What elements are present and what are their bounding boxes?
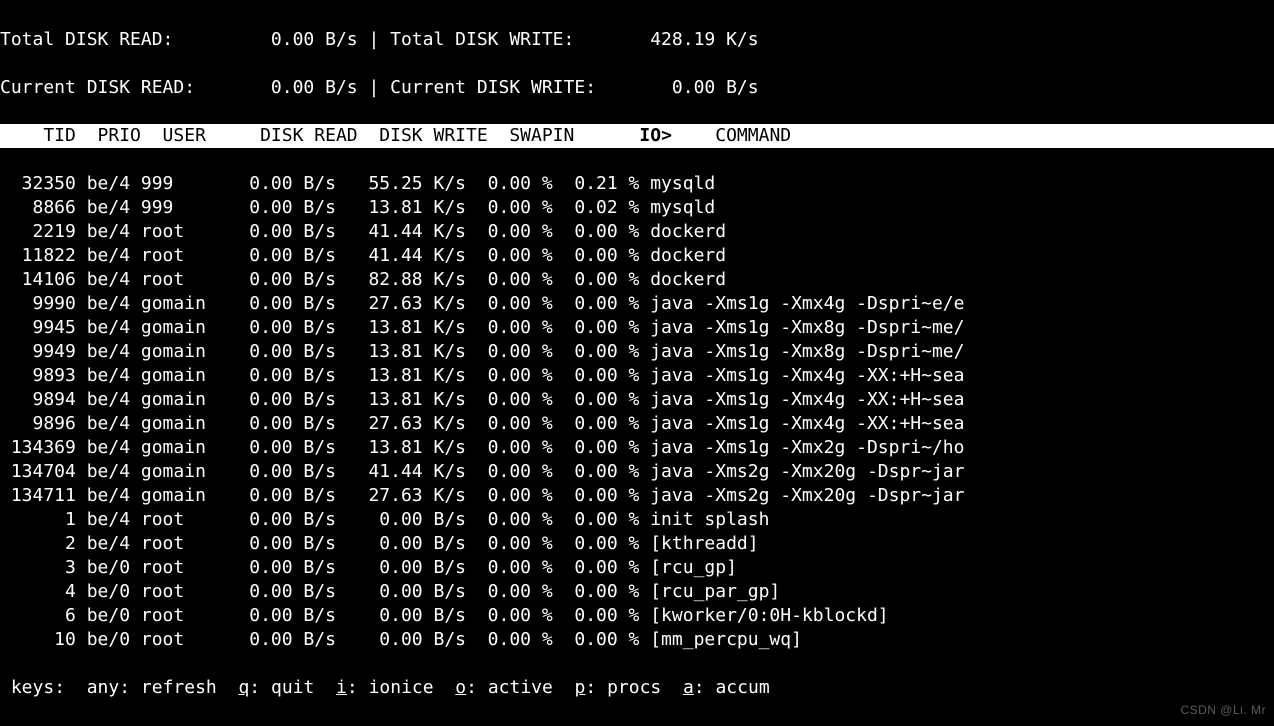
process-row[interactable]: 10 be/0 root 0.00 B/s 0.00 B/s 0.00 % 0.… xyxy=(0,628,1274,652)
summary-line-1: Total DISK READ: 0.00 B/s | Total DISK W… xyxy=(0,28,1274,52)
process-row[interactable]: 9949 be/4 gomain 0.00 B/s 13.81 K/s 0.00… xyxy=(0,340,1274,364)
process-row[interactable]: 8866 be/4 999 0.00 B/s 13.81 K/s 0.00 % … xyxy=(0,196,1274,220)
process-row[interactable]: 9894 be/4 gomain 0.00 B/s 13.81 K/s 0.00… xyxy=(0,388,1274,412)
process-row[interactable]: 2219 be/4 root 0.00 B/s 41.44 K/s 0.00 %… xyxy=(0,220,1274,244)
process-row[interactable]: 14106 be/4 root 0.00 B/s 82.88 K/s 0.00 … xyxy=(0,268,1274,292)
process-row[interactable]: 9896 be/4 gomain 0.00 B/s 27.63 K/s 0.00… xyxy=(0,412,1274,436)
help-keys-line: keys: any: refresh q: quit i: ionice o: … xyxy=(0,676,1274,700)
process-row[interactable]: 134711 be/4 gomain 0.00 B/s 27.63 K/s 0.… xyxy=(0,484,1274,508)
process-row[interactable]: 9990 be/4 gomain 0.00 B/s 27.63 K/s 0.00… xyxy=(0,292,1274,316)
process-row[interactable]: 3 be/0 root 0.00 B/s 0.00 B/s 0.00 % 0.0… xyxy=(0,556,1274,580)
column-header[interactable]: TID PRIO USER DISK READ DISK WRITE SWAPI… xyxy=(0,124,1274,148)
watermark: CSDN @Li. Mr xyxy=(1180,698,1266,722)
process-row[interactable]: 4 be/0 root 0.00 B/s 0.00 B/s 0.00 % 0.0… xyxy=(0,580,1274,604)
process-row[interactable]: 2 be/4 root 0.00 B/s 0.00 B/s 0.00 % 0.0… xyxy=(0,532,1274,556)
process-row[interactable]: 9945 be/4 gomain 0.00 B/s 13.81 K/s 0.00… xyxy=(0,316,1274,340)
process-row[interactable]: 32350 be/4 999 0.00 B/s 55.25 K/s 0.00 %… xyxy=(0,172,1274,196)
process-row[interactable]: 1 be/4 root 0.00 B/s 0.00 B/s 0.00 % 0.0… xyxy=(0,508,1274,532)
summary-line-2: Current DISK READ: 0.00 B/s | Current DI… xyxy=(0,76,1274,100)
process-list: 32350 be/4 999 0.00 B/s 55.25 K/s 0.00 %… xyxy=(0,172,1274,652)
process-row[interactable]: 9893 be/4 gomain 0.00 B/s 13.81 K/s 0.00… xyxy=(0,364,1274,388)
process-row[interactable]: 11822 be/4 root 0.00 B/s 41.44 K/s 0.00 … xyxy=(0,244,1274,268)
process-row[interactable]: 6 be/0 root 0.00 B/s 0.00 B/s 0.00 % 0.0… xyxy=(0,604,1274,628)
iotop-screen: Total DISK READ: 0.00 B/s | Total DISK W… xyxy=(0,0,1274,726)
process-row[interactable]: 134704 be/4 gomain 0.00 B/s 41.44 K/s 0.… xyxy=(0,460,1274,484)
process-row[interactable]: 134369 be/4 gomain 0.00 B/s 13.81 K/s 0.… xyxy=(0,436,1274,460)
